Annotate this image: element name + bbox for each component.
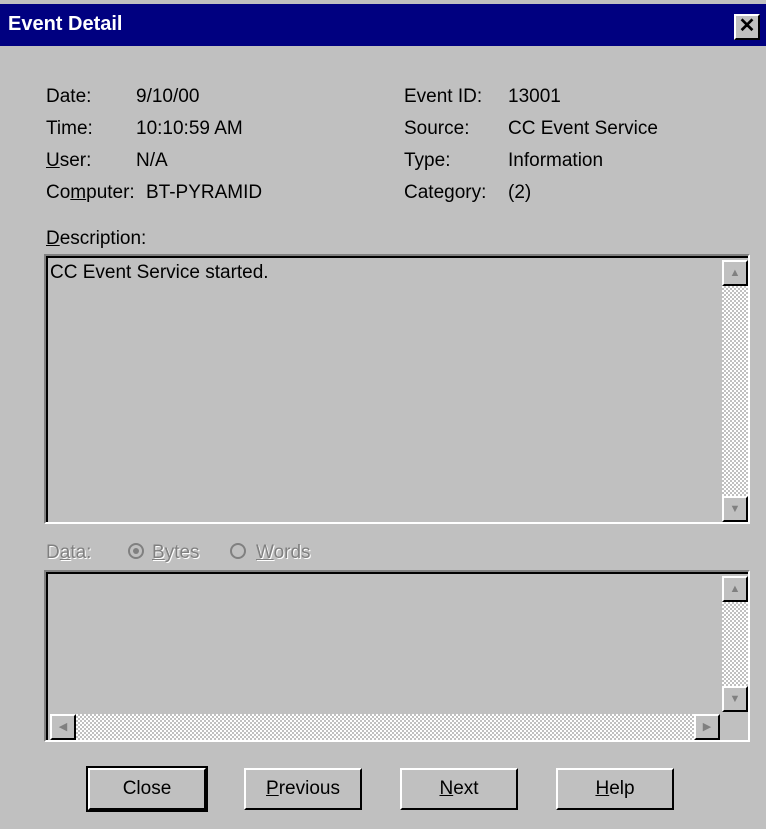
arrow-right-icon: ▶ <box>702 721 712 733</box>
type-value: Information <box>508 150 604 171</box>
computer-label-accel: m <box>70 182 87 203</box>
source-value: CC Event Service <box>508 118 658 139</box>
data-scroll-up-button[interactable]: ▲ <box>722 576 748 602</box>
close-button-label: Close <box>122 778 172 799</box>
computer-label-pre: Co <box>46 182 71 203</box>
words-radio-label[interactable]: Words <box>256 542 311 564</box>
data-label-pre: D <box>46 542 60 563</box>
arrow-up-icon: ▲ <box>729 267 741 279</box>
data-scroll-down-button[interactable]: ▼ <box>722 686 748 712</box>
data-scroll-left-button[interactable]: ◀ <box>50 714 76 740</box>
data-label-rest: ta: <box>70 542 92 563</box>
event-detail-dialog: Event Detail ✕ Date: 9/10/00 Time: 10:10… <box>0 0 766 829</box>
arrow-down-icon: ▼ <box>729 503 741 515</box>
next-button[interactable]: Next <box>400 768 518 810</box>
window-title: Event Detail <box>8 13 123 35</box>
date-value: 9/10/00 <box>136 86 200 107</box>
help-button[interactable]: Help <box>556 768 674 810</box>
date-label: Date: <box>46 86 92 107</box>
user-label: User: <box>46 150 91 172</box>
previous-label-rest: revious <box>278 778 340 799</box>
data-label: Data: <box>46 542 91 564</box>
description-label-rest: escription: <box>59 228 147 249</box>
source-label: Source: <box>404 118 470 139</box>
words-radio[interactable] <box>230 543 246 559</box>
description-textbox[interactable]: CC Event Service started. ▲ ▼ <box>44 254 750 524</box>
bytes-label-accel: B <box>152 542 165 563</box>
bytes-label-rest: ytes <box>164 542 200 563</box>
event-id-value: 13001 <box>508 86 561 107</box>
description-scrollbar-track[interactable] <box>722 260 748 522</box>
data-textbox[interactable]: ▲ ▼ ◀ ▶ <box>44 570 750 742</box>
user-label-rest: ser: <box>59 150 92 171</box>
data-horizontal-scrollbar-track[interactable] <box>50 714 720 740</box>
arrow-left-icon: ◀ <box>58 721 68 733</box>
description-label: Description: <box>46 228 146 250</box>
time-value: 10:10:59 AM <box>136 118 243 139</box>
description-scroll-down-button[interactable]: ▼ <box>722 496 748 522</box>
previous-button[interactable]: Previous <box>244 768 362 810</box>
words-label-rest: ords <box>273 542 311 563</box>
close-window-button[interactable]: ✕ <box>734 14 760 40</box>
previous-accel: P <box>266 778 279 799</box>
computer-label-rest: puter: <box>86 182 135 203</box>
arrow-down-icon: ▼ <box>729 693 741 705</box>
next-label-rest: ext <box>453 778 479 799</box>
data-label-accel: a <box>59 542 71 563</box>
description-scroll-up-button[interactable]: ▲ <box>722 260 748 286</box>
help-accel: H <box>595 778 610 799</box>
category-value: (2) <box>508 182 532 203</box>
category-label: Category: <box>404 182 487 203</box>
radio-selected-dot <box>133 548 139 554</box>
words-label-accel: W <box>256 542 274 563</box>
bytes-radio-label[interactable]: Bytes <box>152 542 200 564</box>
type-label: Type: <box>404 150 451 171</box>
help-label-rest: elp <box>609 778 635 799</box>
event-id-label: Event ID: <box>404 86 483 107</box>
user-value: N/A <box>136 150 168 171</box>
description-label-accel: D <box>46 228 60 249</box>
computer-value: BT-PYRAMID <box>146 182 263 203</box>
time-label: Time: <box>46 118 93 139</box>
computer-label: Computer: <box>46 182 135 204</box>
next-accel: N <box>439 778 454 799</box>
description-text: CC Event Service started. <box>50 262 269 283</box>
close-button[interactable]: Close <box>86 766 208 812</box>
arrow-up-icon: ▲ <box>729 583 741 595</box>
data-scroll-right-button[interactable]: ▶ <box>694 714 720 740</box>
close-icon: ✕ <box>738 15 756 37</box>
bytes-radio[interactable] <box>128 543 144 559</box>
user-label-accel: U <box>46 150 60 171</box>
title-bar[interactable]: Event Detail ✕ <box>0 4 766 46</box>
